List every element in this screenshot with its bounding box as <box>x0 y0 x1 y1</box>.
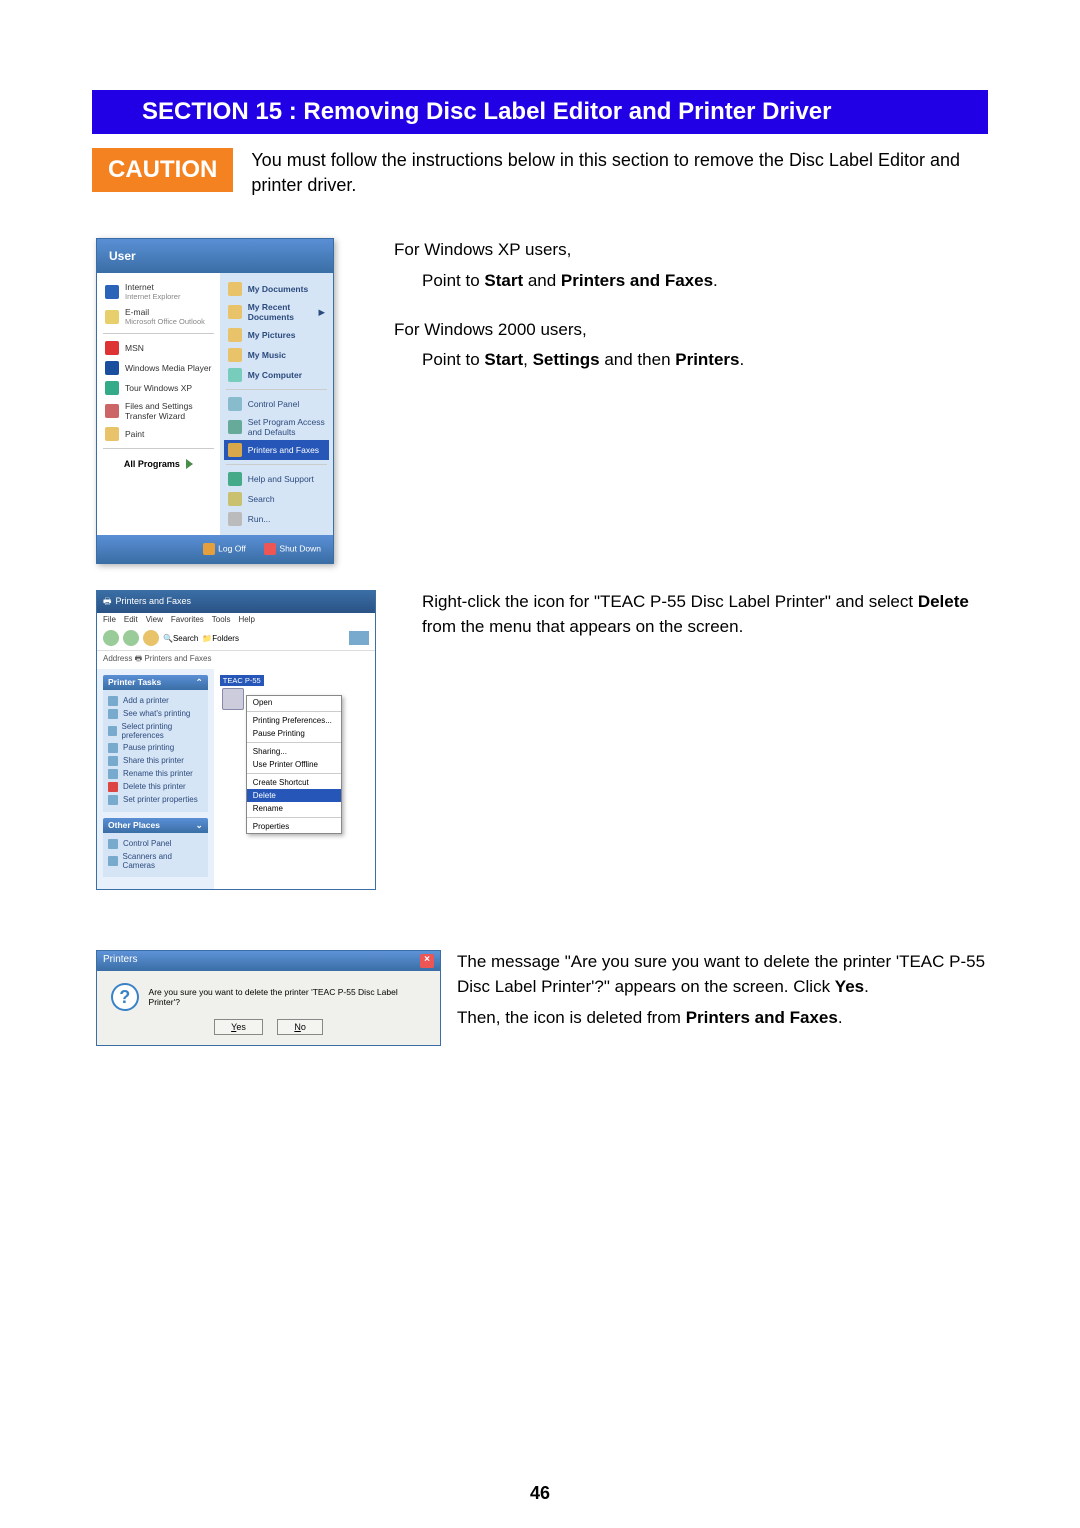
printers-faxes-item: Printers and Faxes <box>224 440 329 460</box>
step2-line: Right-click the icon for "TEAC P-55 Disc… <box>422 590 988 639</box>
confirm-dialog-screenshot: Printers × ? Are you sure you want to de… <box>96 950 441 1046</box>
caution-label: CAUTION <box>92 148 233 192</box>
printer-tasks-header: Printer Tasks⌃ <box>103 675 208 690</box>
shutdown-icon <box>264 543 276 555</box>
no-button: No <box>277 1019 323 1035</box>
other-places-header: Other Places⌄ <box>103 818 208 833</box>
window-menubar: FileEditViewFavoritesToolsHelp <box>97 613 375 626</box>
caution-text: You must follow the instructions below i… <box>251 148 988 198</box>
search-icon <box>228 492 242 506</box>
folder-icon <box>228 328 242 342</box>
share-icon <box>108 756 118 766</box>
control-panel-icon <box>228 397 242 411</box>
tour-icon <box>105 381 119 395</box>
printers-window-screenshot: 🖶Printers and Faxes FileEditViewFavorite… <box>96 590 376 890</box>
context-delete: Delete <box>247 789 341 802</box>
forward-icon <box>123 630 139 646</box>
access-icon <box>228 420 242 434</box>
logoff-icon <box>203 543 215 555</box>
step1-w2k-line2: Point to Start, Settings and then Printe… <box>422 348 744 373</box>
start-menu-screenshot: User InternetInternet Explorer E-mailMic… <box>96 238 334 564</box>
back-icon <box>103 630 119 646</box>
section-heading: SECTION 15 : Removing Disc Label Editor … <box>92 90 988 134</box>
pause-icon <box>108 743 118 753</box>
window-title: 🖶Printers and Faxes <box>97 591 375 613</box>
wmp-icon <box>105 361 119 375</box>
dialog-title: Printers <box>103 954 137 968</box>
cp-icon <box>108 839 118 849</box>
page-number: 46 <box>0 1483 1080 1504</box>
step1-xp-line1: For Windows XP users, <box>394 238 744 263</box>
folder-icon <box>228 348 242 362</box>
mail-icon <box>105 310 119 324</box>
wizard-icon <box>105 404 119 418</box>
ie-icon <box>105 285 119 299</box>
printer-icon <box>222 688 244 710</box>
msn-icon <box>105 341 119 355</box>
run-icon <box>228 512 242 526</box>
up-icon <box>143 630 159 646</box>
step3-line2: Then, the icon is deleted from Printers … <box>457 1006 988 1031</box>
printing-icon <box>108 709 118 719</box>
start-menu-user: User <box>97 239 333 273</box>
log-off-button: Log Off <box>197 541 252 557</box>
printer-icon <box>228 443 242 457</box>
all-programs: All Programs <box>101 453 216 475</box>
computer-icon <box>228 368 242 382</box>
paint-icon <box>105 427 119 441</box>
yes-button: Yes <box>214 1019 263 1035</box>
shut-down-button: Shut Down <box>258 541 327 557</box>
prefs-icon <box>108 726 117 736</box>
printer-label: TEAC P-55 <box>220 675 264 686</box>
close-icon: × <box>420 954 434 968</box>
delete-icon <box>108 782 118 792</box>
add-printer-icon <box>108 696 118 706</box>
arrow-right-icon <box>186 459 193 469</box>
step1-xp-line2: Point to Start and Printers and Faxes. <box>422 269 744 294</box>
step3-line1: The message "Are you sure you want to de… <box>457 950 988 999</box>
folder-icon <box>228 305 242 319</box>
step1-w2k-line1: For Windows 2000 users, <box>394 318 744 343</box>
context-menu: Open Printing Preferences... Pause Print… <box>246 695 342 834</box>
props-icon <box>108 795 118 805</box>
scanner-icon <box>108 856 118 866</box>
views-icon <box>349 631 369 645</box>
rename-icon <box>108 769 118 779</box>
dialog-message: Are you sure you want to delete the prin… <box>149 987 426 1007</box>
window-toolbar: 🔍Search 📁Folders <box>97 626 375 650</box>
folder-icon <box>228 282 242 296</box>
question-icon: ? <box>111 983 139 1011</box>
help-icon <box>228 472 242 486</box>
